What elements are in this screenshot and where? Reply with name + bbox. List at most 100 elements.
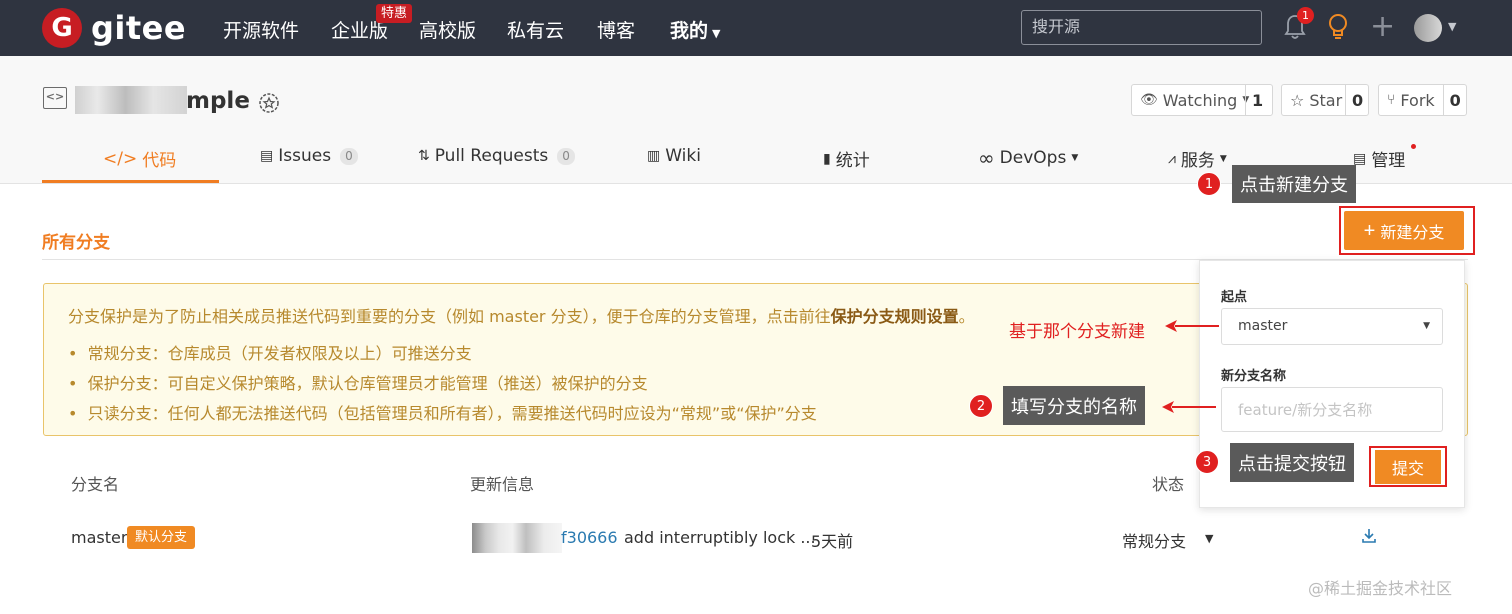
default-branch-tag: 默认分支 [127,526,196,549]
notification-badge: 1 [1297,7,1314,24]
tab-code[interactable]: </> 代码 [103,146,177,172]
origin-label: 起点 [1221,290,1248,305]
watching-count[interactable]: 1 [1245,85,1269,115]
notice-item: • 只读分支：任何人都无法推送代码（包括管理员和所有者），需要推送代码时应设为“… [68,404,817,423]
infinity-icon: ∞ [978,146,995,170]
branch-status-select[interactable]: 常规分支 [1122,528,1186,552]
nav-mine[interactable]: 我的 ▼ [670,16,720,43]
commit-message[interactable]: add interruptibly lock ... [624,528,816,547]
submit-button[interactable]: 提交 [1375,450,1441,484]
column-header-status: 状态 [1152,475,1185,494]
column-header-update: 更新信息 [470,475,535,494]
branch-name[interactable]: master [71,528,127,547]
origin-value: master [1238,318,1288,334]
top-navbar: G gitee 开源软件 企业版 特惠 高校版 私有云 博客 我的▼ 1 + ▼ [0,0,1512,56]
tab-issues[interactable]: ▤ Issues 0 [260,146,358,166]
lightbulb-icon[interactable] [1327,12,1349,42]
search-input[interactable] [1021,10,1262,45]
step1-callout: 点击新建分支 [1232,165,1356,203]
origin-select[interactable]: master ▼ [1221,308,1443,345]
notice-intro-end: 。 [958,307,975,326]
star-count[interactable]: 0 [1345,85,1369,115]
download-icon[interactable] [1360,527,1378,545]
star-button[interactable]: ☆ Star 0 [1281,84,1369,116]
caret-down-icon: ▼ [1423,321,1430,331]
award-icon[interactable] [258,92,280,114]
origin-annotation: 基于那个分支新建 [1009,322,1145,342]
new-name-label: 新分支名称 [1221,369,1287,384]
eye-icon: 👁 [1140,92,1158,108]
book-icon: ▥ [647,148,661,164]
tab-pull-requests-label: Pull Requests [434,146,549,166]
tab-wiki[interactable]: ▥ Wiki [647,146,701,166]
user-avatar[interactable] [1414,14,1442,42]
active-tab-indicator [42,180,219,183]
chevron-down-icon: ▼ [712,27,721,40]
bar-chart-icon: ▮ [823,150,831,167]
pull-request-icon: ⇅ [418,148,430,164]
step2-callout: 填写分支的名称 [1003,386,1145,425]
tab-statistics-label: 统计 [835,151,870,171]
step3-callout: 点击提交按钮 [1230,443,1354,482]
star-icon: ☆ [1290,90,1305,110]
notice-item-text: 常规分支：仓库成员（开发者权限及以上）可推送分支 [87,344,472,363]
nav-university[interactable]: 高校版 [419,16,476,43]
issues-count: 0 [340,147,358,165]
tab-manage-label: 管理 [1371,151,1406,171]
code-icon: </> [103,148,138,169]
notice-item-text: 保护分支：可自定义保护策略，默认仓库管理员才能管理（推送）被保护的分支 [87,374,648,393]
tab-devops[interactable]: ∞ DevOps ▼ [978,146,1078,170]
plus-icon: + [1363,219,1376,242]
pull-requests-count: 0 [557,147,575,165]
tab-issues-label: Issues [278,146,332,166]
nav-blog[interactable]: 博客 [597,16,635,43]
tab-services-label: 服务 [1180,151,1215,171]
step-number: 3 [1195,450,1219,474]
chevron-down-icon: ▼ [1219,153,1227,164]
notice-item: • 常规分支：仓库成员（开发者权限及以上）可推送分支 [68,344,472,363]
tab-manage[interactable]: ▤ 管理 [1353,146,1406,172]
tab-pull-requests[interactable]: ⇅ Pull Requests 0 [418,146,575,166]
notice-intro: 分支保护是为了防止相关成员推送代码到重要的分支（例如 master 分支），便于… [68,303,975,327]
tab-statistics[interactable]: ▮ 统计 [823,146,870,172]
new-branch-button[interactable]: + 新建分支 [1344,211,1464,250]
fork-button[interactable]: ⑂ Fork 0 [1378,84,1467,116]
arrow-left-icon [1165,320,1219,332]
star-label: Star [1309,90,1343,110]
notice-item: • 保护分支：可自定义保护策略，默认仓库管理员才能管理（推送）被保护的分支 [68,374,648,393]
protection-settings-link[interactable]: 保护分支规则设置 [831,307,959,326]
tab-services[interactable]: ⩘ 服务 ▼ [1168,146,1227,172]
new-branch-name-input[interactable] [1221,387,1443,432]
tab-devops-label: DevOps [999,148,1067,168]
repo-name[interactable]: mple [186,88,250,114]
fork-label: Fork [1400,90,1435,110]
commit-time: 5天前 [811,532,854,551]
watching-label: Watching [1162,90,1238,110]
notice-intro-text: 分支保护是为了防止相关成员推送代码到重要的分支（例如 master 分支），便于… [68,307,831,326]
commit-avatar-blurred [472,523,562,553]
nav-open-source[interactable]: 开源软件 [223,16,299,43]
chevron-down-icon: ▼ [1071,153,1079,163]
watching-button[interactable]: 👁 Watching ▼ 1 [1131,84,1273,116]
pulse-icon: ⩘ [1168,150,1176,167]
tab-wiki-label: Wiki [665,146,701,166]
watermark: @稀土掘金技术社区 [1308,579,1453,598]
repo-code-icon: <> [43,87,67,109]
fork-icon: ⑂ [1387,92,1396,108]
chevron-down-icon[interactable]: ▼ [1448,20,1456,33]
enterprise-promo-badge: 特惠 [376,4,413,23]
notice-item-text: 只读分支：任何人都无法推送代码（包括管理员和所有者），需要推送代码时应设为“常规… [87,404,817,423]
repo-name-blurred [75,86,187,114]
plus-icon[interactable]: + [1370,10,1395,44]
chevron-down-icon[interactable]: ▼ [1205,532,1213,545]
tab-code-label: 代码 [142,151,177,171]
step-number: 2 [969,394,993,418]
section-title: 所有分支 [42,233,110,253]
nav-private-cloud[interactable]: 私有云 [507,16,564,43]
column-header-name: 分支名 [71,475,120,494]
manage-alert-dot [1411,144,1416,149]
gitee-logo[interactable]: G gitee [42,8,186,48]
commit-hash[interactable]: f30666 [561,528,618,547]
fork-count[interactable]: 0 [1442,85,1467,115]
nav-mine-label: 我的 [670,20,709,42]
